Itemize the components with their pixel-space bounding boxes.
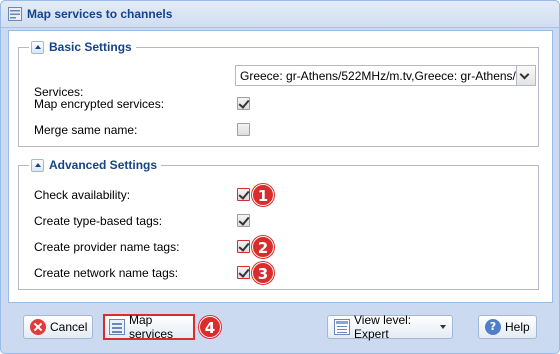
map-encrypted-checkbox[interactable] bbox=[237, 97, 250, 110]
map-window-icon bbox=[8, 7, 22, 21]
check-availability-checkbox[interactable] bbox=[237, 188, 250, 201]
callout-badge-2: 2 bbox=[252, 236, 274, 258]
chevron-down-icon[interactable] bbox=[516, 66, 535, 85]
cancel-button[interactable]: Cancel bbox=[23, 315, 93, 339]
basic-settings-fieldset: Basic Settings Services: Greece: gr-Athe… bbox=[18, 39, 539, 147]
network-tags-label: Create network name tags: bbox=[34, 266, 179, 280]
help-button-label: Help bbox=[505, 320, 530, 334]
type-tags-label: Create type-based tags: bbox=[34, 214, 163, 228]
collapse-up-icon[interactable] bbox=[31, 40, 44, 54]
help-icon: ? bbox=[485, 319, 501, 335]
services-value: Greece: gr-Athens/522MHz/m.tv,Greece: gr… bbox=[240, 69, 516, 83]
map-encrypted-label: Map encrypted services: bbox=[34, 97, 165, 111]
callout-badge-1: 1 bbox=[252, 184, 274, 206]
provider-tags-checkbox[interactable] bbox=[237, 240, 250, 253]
network-tags-checkbox[interactable] bbox=[237, 266, 250, 279]
collapse-up-icon[interactable] bbox=[31, 158, 44, 172]
view-level-icon bbox=[334, 319, 350, 335]
caret-down-icon bbox=[440, 325, 446, 329]
advanced-settings-title: Advanced Settings bbox=[49, 158, 158, 172]
view-level-button-label: View level: Expert bbox=[354, 313, 412, 341]
basic-settings-title: Basic Settings bbox=[49, 40, 132, 54]
cancel-button-label: Cancel bbox=[50, 320, 88, 334]
dialog-title: Map services to channels bbox=[27, 7, 173, 21]
callout-badge-4: 4 bbox=[199, 316, 221, 338]
form-panel: Basic Settings Services: Greece: gr-Athe… bbox=[8, 30, 553, 303]
help-button[interactable]: ? Help bbox=[478, 315, 537, 339]
services-combobox[interactable]: Greece: gr-Athens/522MHz/m.tv,Greece: gr… bbox=[235, 65, 536, 86]
cancel-icon bbox=[30, 319, 46, 335]
advanced-settings-fieldset: Advanced Settings Check availability: 1 … bbox=[18, 157, 539, 290]
type-tags-checkbox[interactable] bbox=[237, 214, 250, 227]
check-availability-label: Check availability: bbox=[34, 188, 131, 202]
dialog-window: Map services to channels Basic Settings … bbox=[0, 0, 560, 354]
merge-same-name-label: Merge same name: bbox=[34, 123, 138, 137]
view-level-menu-button[interactable]: View level: Expert bbox=[327, 313, 453, 341]
map-services-icon bbox=[109, 319, 125, 335]
merge-same-name-checkbox[interactable] bbox=[237, 123, 250, 136]
callout-badge-3: 3 bbox=[252, 262, 274, 284]
basic-settings-legend: Basic Settings bbox=[29, 39, 136, 55]
map-services-button[interactable]: Map services bbox=[103, 313, 195, 341]
map-services-button-label: Map services bbox=[129, 313, 174, 341]
provider-tags-label: Create provider name tags: bbox=[34, 240, 180, 254]
title-bar[interactable]: Map services to channels bbox=[1, 1, 559, 28]
advanced-settings-legend: Advanced Settings bbox=[29, 157, 162, 173]
